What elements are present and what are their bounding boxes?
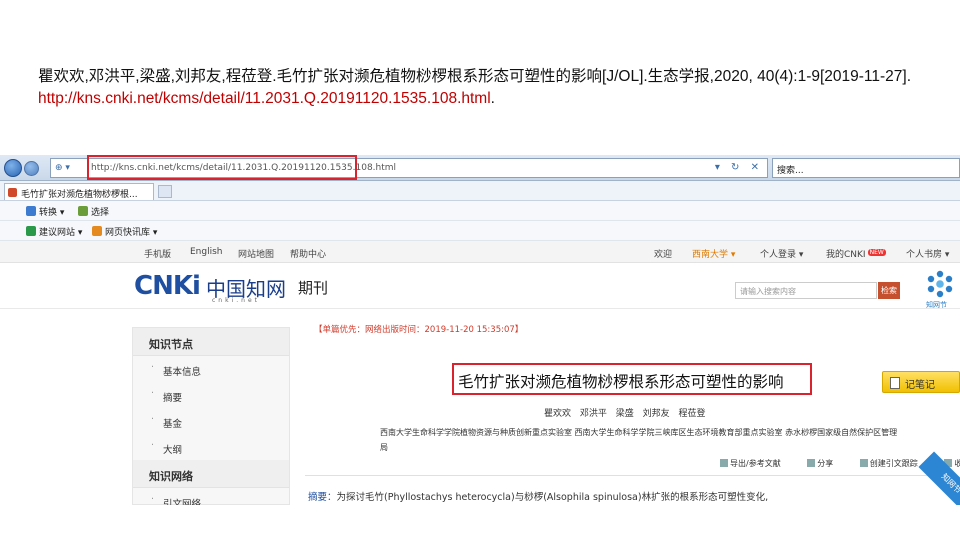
nav-mobile[interactable]: 手机版 bbox=[144, 247, 171, 260]
tab-bar: 毛竹扩张对濒危植物桫椤根... bbox=[0, 181, 960, 201]
nav-sitemap[interactable]: 网站地图 bbox=[238, 247, 274, 260]
tracking-icon bbox=[859, 459, 868, 467]
sidebar-item-abstract[interactable]: 摘要 bbox=[133, 382, 289, 408]
tab-title: 毛竹扩张对濒危植物桫椤根... bbox=[21, 190, 138, 200]
suggested-sites-icon bbox=[26, 226, 36, 236]
command-bar: 转换 ▾ 选择 bbox=[0, 201, 960, 221]
browser-search-placeholder: 搜索... bbox=[777, 166, 804, 176]
favorites-bar: 建议网站 ▾ 网页快讯库 ▾ bbox=[0, 221, 960, 241]
nav-my-cnki[interactable]: 我的CNKI NEW bbox=[826, 247, 886, 260]
cnki-logo-sub: cnki.net bbox=[212, 297, 260, 304]
citation-trail: . bbox=[490, 90, 495, 107]
convert-icon bbox=[26, 206, 36, 216]
sidebar-title-network: 知识网络 bbox=[133, 460, 289, 488]
web-slice-link[interactable]: 网页快讯库 ▾ bbox=[92, 225, 157, 238]
select-button[interactable]: 选择 bbox=[78, 205, 109, 218]
sidebar-title-nodes: 知识节点 bbox=[133, 328, 289, 356]
sidebar-item-citation-network[interactable]: 引文网络 bbox=[133, 488, 289, 505]
take-note-button[interactable]: 记笔记 bbox=[882, 371, 960, 393]
divider bbox=[305, 475, 935, 476]
new-badge: NEW bbox=[867, 249, 886, 256]
page-icon: ⊕ ▾ bbox=[55, 163, 70, 173]
back-button[interactable] bbox=[4, 159, 22, 177]
share-icon bbox=[807, 459, 816, 467]
knowledge-node-icon bbox=[927, 270, 953, 298]
note-icon bbox=[890, 377, 900, 389]
sidebar-item-outline[interactable]: 大纲 bbox=[133, 434, 289, 460]
sidebar-item-basic-info[interactable]: 基本信息 bbox=[133, 356, 289, 382]
export-button[interactable]: 导出/参考文献 bbox=[720, 459, 793, 468]
nav-english[interactable]: English bbox=[190, 247, 223, 257]
citation-text: 瞿欢欢,邓洪平,梁盛,刘邦友,程莅登.毛竹扩张对濒危植物桫椤根系形态可塑性的影响… bbox=[38, 68, 912, 85]
brand-label: 知网节 bbox=[926, 301, 947, 309]
abstract-text: 为探讨毛竹(Phyllostachys heterocycla)与桫椤(Also… bbox=[336, 492, 769, 503]
favicon-icon bbox=[8, 188, 17, 197]
url-highlight-box bbox=[87, 155, 357, 180]
export-icon bbox=[720, 459, 728, 467]
knowledge-sidebar: 知识节点 基本信息 摘要 基金 大纲 知识网络 引文网络 bbox=[132, 327, 290, 505]
web-slice-icon bbox=[92, 226, 102, 236]
suggested-sites-link[interactable]: 建议网站 ▾ bbox=[26, 225, 82, 238]
browser-tab[interactable]: 毛竹扩张对濒危植物桫椤根... bbox=[4, 183, 154, 200]
site-search-button[interactable]: 检索 bbox=[878, 282, 900, 299]
site-search-input[interactable]: 请输入搜索内容 bbox=[735, 282, 877, 299]
cnki-top-nav: 手机版 English 网站地图 帮助中心 欢迎 西南大学 ▾ 个人登录 ▾ 我… bbox=[0, 241, 960, 263]
share-button[interactable]: 分享 bbox=[807, 459, 845, 468]
sidebar-item-fund[interactable]: 基金 bbox=[133, 408, 289, 434]
article-authors[interactable]: 瞿欢欢 邓洪平 梁盛 刘邦友 程莅登 bbox=[544, 406, 705, 419]
online-first-line: 【单篇优先：网络出版时间：2019-11-20 15:35:07】 bbox=[314, 325, 524, 335]
browser-search-input[interactable]: 搜索... bbox=[772, 158, 960, 178]
new-tab-button[interactable] bbox=[158, 185, 172, 198]
article-abstract: 摘要：为探讨毛竹(Phyllostachys heterocycla)与桫椤(A… bbox=[308, 489, 768, 503]
nav-help[interactable]: 帮助中心 bbox=[290, 247, 326, 260]
nav-personal-login[interactable]: 个人登录 ▾ bbox=[760, 247, 803, 260]
article-title: 毛竹扩张对濒危植物桫椤根系形态可塑性的影响 bbox=[458, 373, 784, 391]
cnki-logo[interactable]: CNKi bbox=[134, 271, 201, 301]
convert-button[interactable]: 转换 ▾ bbox=[26, 205, 64, 218]
nav-personal-study[interactable]: 个人书房 ▾ bbox=[906, 247, 949, 260]
citation: 瞿欢欢,邓洪平,梁盛,刘邦友,程莅登.毛竹扩张对濒危植物桫椤根系形态可塑性的影响… bbox=[38, 66, 928, 110]
abstract-label: 摘要： bbox=[308, 492, 337, 503]
cnki-header: CNKi 中国知网 cnki.net 期刊 请输入搜索内容 检索 知网节 bbox=[0, 263, 960, 309]
refresh-stop-icons[interactable]: ▾ ↻ ✕ bbox=[715, 162, 763, 173]
nav-institution[interactable]: 西南大学 ▾ bbox=[692, 247, 735, 260]
browser-screenshot: ⊕ ▾ http://kns.cnki.net/kcms/detail/11.2… bbox=[0, 155, 960, 505]
article-affiliations[interactable]: 西南大学生命科学学院植物资源与种质创新重点实验室 西南大学生命科学学院三峡库区生… bbox=[380, 425, 900, 455]
nav-welcome: 欢迎 bbox=[654, 250, 673, 260]
forward-button[interactable] bbox=[24, 161, 39, 176]
channel-title: 期刊 bbox=[298, 279, 329, 297]
select-icon bbox=[78, 206, 88, 216]
citation-url[interactable]: http://kns.cnki.net/kcms/detail/11.2031.… bbox=[38, 90, 491, 107]
